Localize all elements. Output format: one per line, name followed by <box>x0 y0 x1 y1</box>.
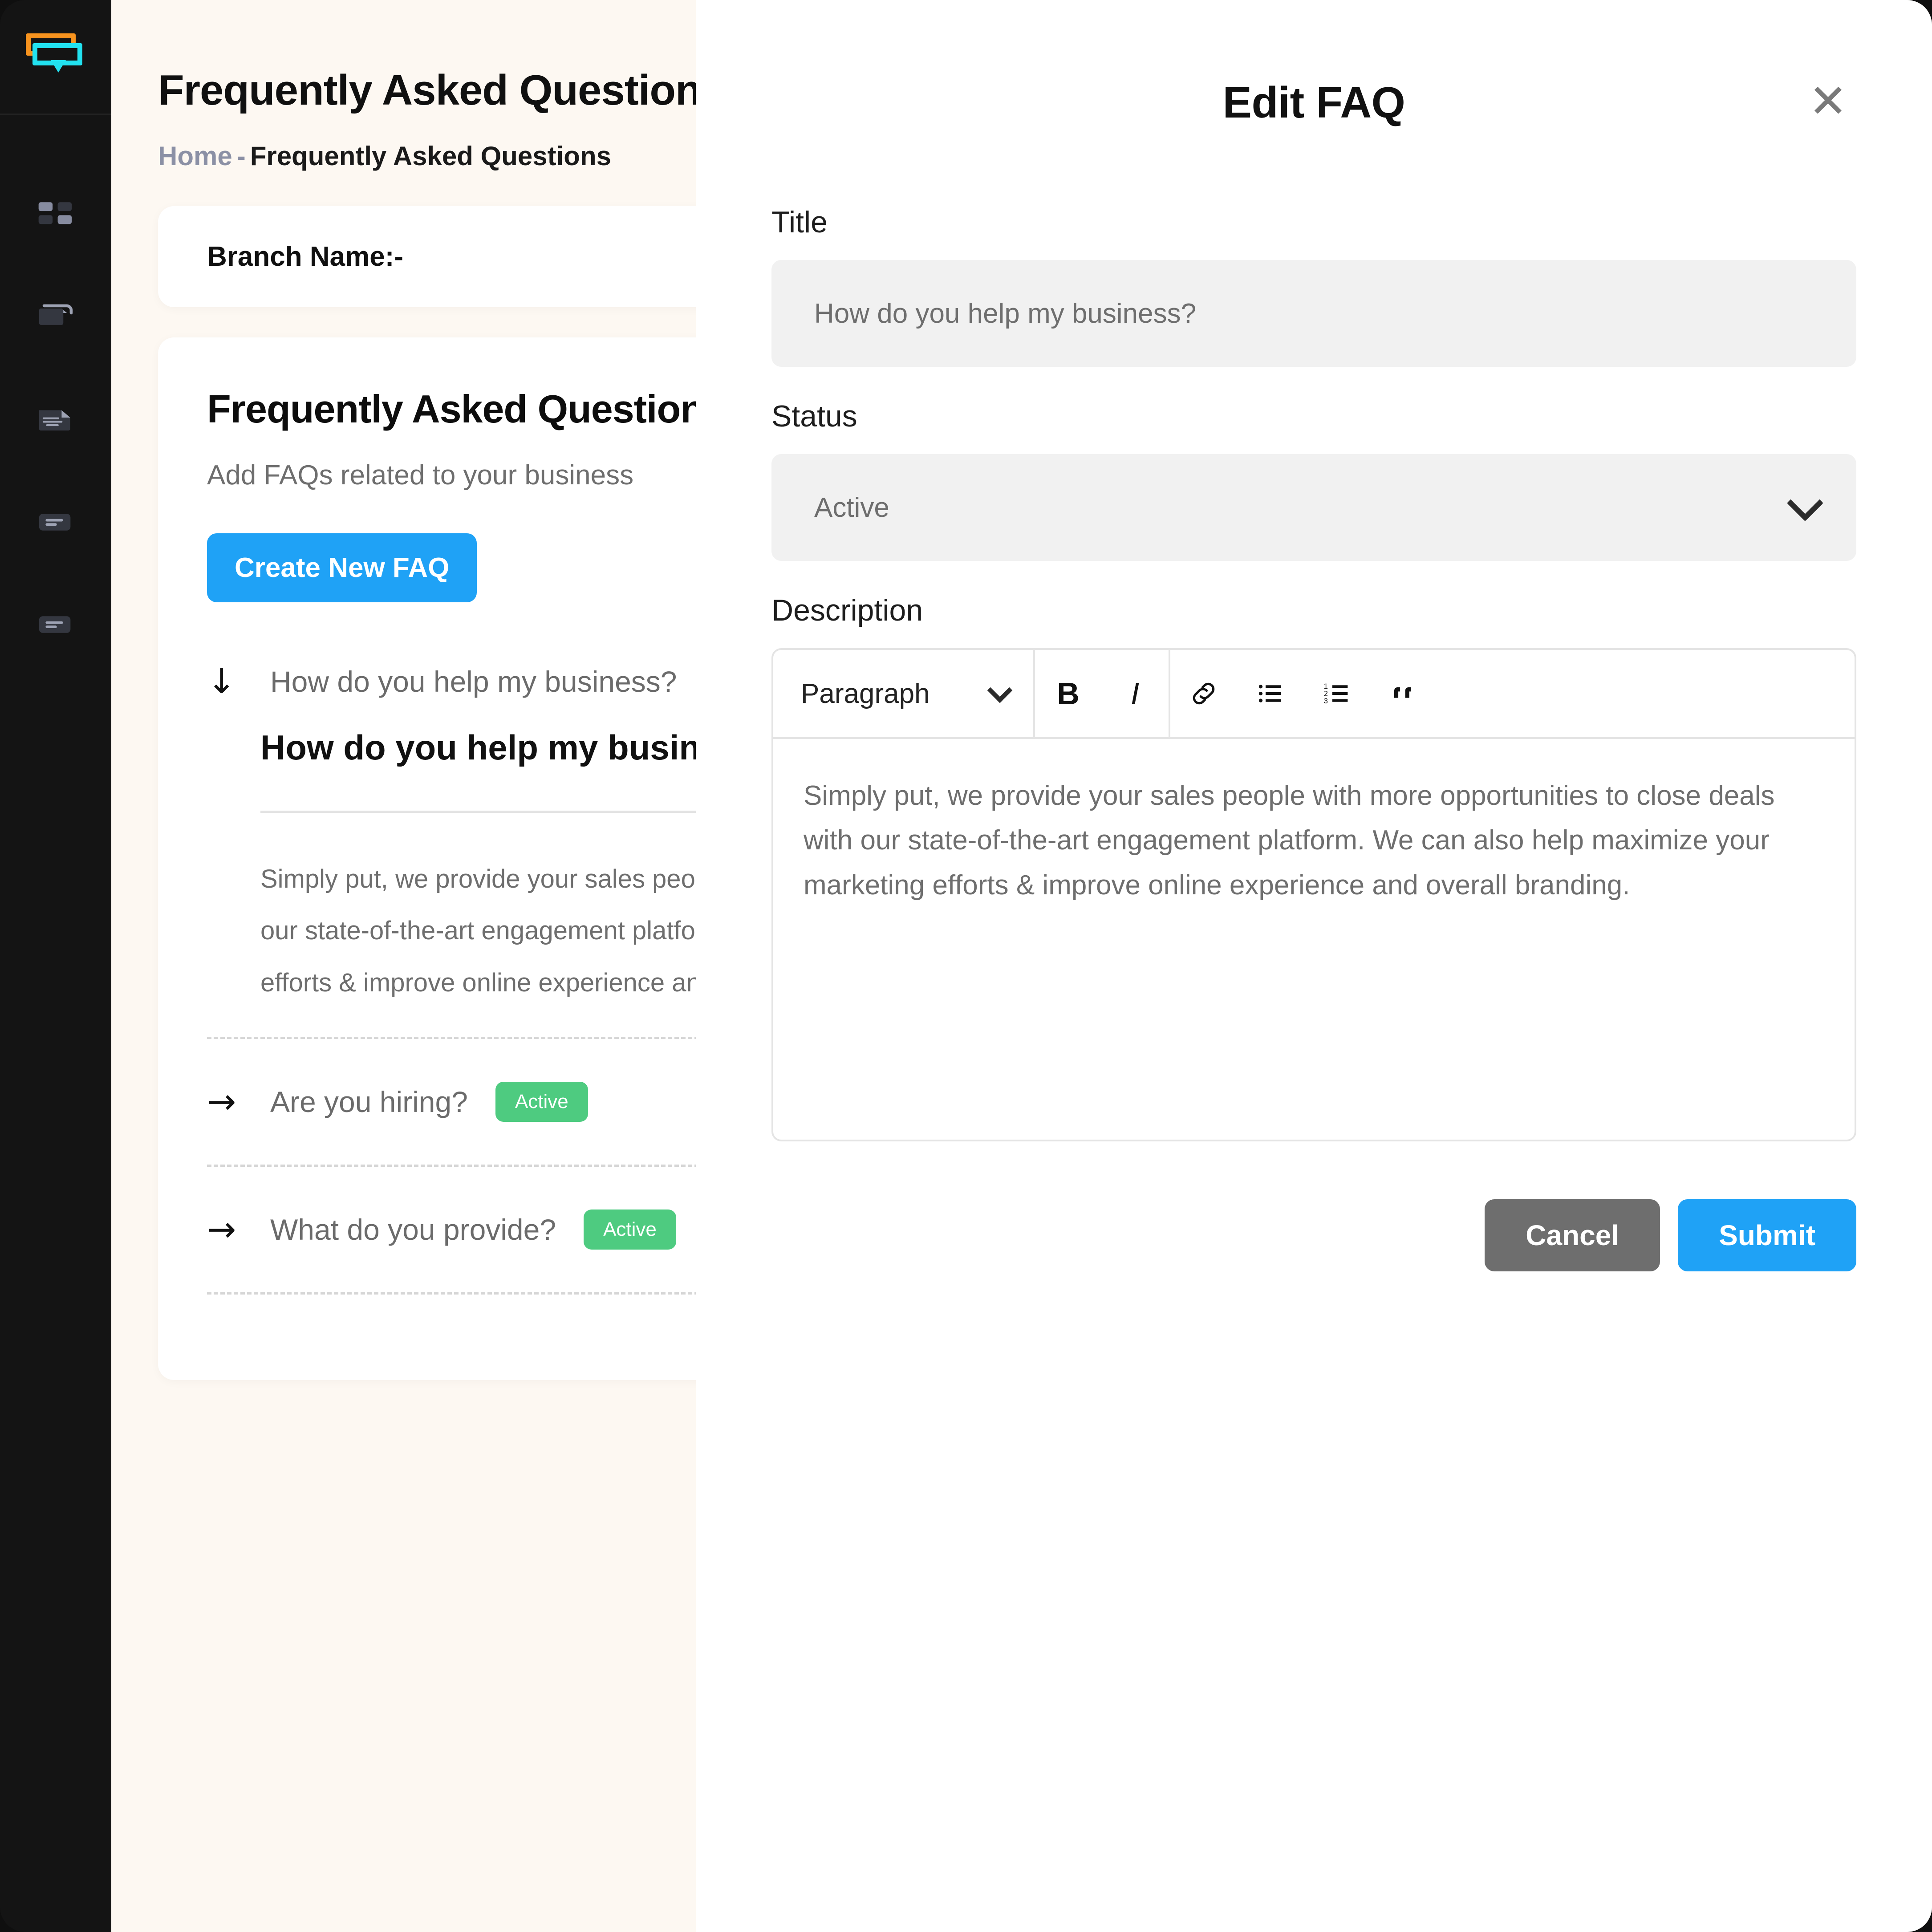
arrow-right-icon: → <box>207 1082 236 1122</box>
editor-toolbar: Paragraph B I 1 2 3 <box>773 650 1855 739</box>
blockquote-icon <box>1394 687 1411 698</box>
sidebar-logo[interactable] <box>0 0 111 115</box>
numbered-list-button[interactable]: 1 2 3 <box>1304 650 1371 738</box>
sidebar-nav <box>0 115 111 676</box>
sidebar-item-dashboard[interactable] <box>0 164 111 266</box>
svg-text:1: 1 <box>1323 682 1327 690</box>
arrow-down-icon: ↓ <box>207 661 236 702</box>
edit-faq-modal: Edit FAQ ✕ Title How do you help my busi… <box>696 0 1932 1932</box>
toolbar-insert-group: 1 2 3 <box>1170 650 1437 738</box>
chat-bubbles-logo <box>25 33 86 80</box>
title-field-group: Title How do you help my business? <box>771 205 1856 367</box>
toolbar-format-group: B I <box>1035 650 1169 738</box>
modal-header: Edit FAQ ✕ <box>771 0 1856 205</box>
chevron-down-icon <box>1786 485 1823 522</box>
faq-question: How do you help my business? <box>270 665 677 698</box>
bold-button[interactable]: B <box>1035 650 1102 738</box>
status-field-label: Status <box>771 399 857 433</box>
description-field-label: Description <box>771 593 923 627</box>
folder-icon <box>39 304 73 325</box>
cancel-button[interactable]: Cancel <box>1485 1199 1660 1271</box>
description-editor-content[interactable]: Simply put, we provide your sales people… <box>773 739 1855 1140</box>
title-input[interactable]: How do you help my business? <box>771 260 1856 367</box>
blockquote-button[interactable] <box>1371 650 1437 738</box>
modal-title: Edit FAQ <box>1222 77 1405 127</box>
italic-button[interactable]: I <box>1102 650 1169 738</box>
chevron-down-icon <box>987 678 1012 703</box>
status-badge: Active <box>584 1210 676 1250</box>
sidebar-item-folder[interactable] <box>0 266 111 369</box>
svg-text:3: 3 <box>1323 697 1327 705</box>
modal-actions: Cancel Submit <box>771 1199 1856 1271</box>
sidebar-item-document[interactable] <box>0 369 111 471</box>
create-new-faq-button[interactable]: Create New FAQ <box>207 533 477 602</box>
bullet-list-icon <box>1258 685 1281 702</box>
status-selected-value: Active <box>814 492 889 523</box>
rich-text-editor: Paragraph B I 1 2 3 Simply put, we provi… <box>771 648 1856 1141</box>
title-field-label: Title <box>771 205 828 239</box>
status-select[interactable]: Active <box>771 454 1856 561</box>
logo-bubble-cyan <box>32 43 82 73</box>
arrow-right-icon: → <box>207 1210 236 1250</box>
submit-button[interactable]: Submit <box>1678 1199 1856 1271</box>
svg-text:2: 2 <box>1323 690 1327 698</box>
sidebar-item-list[interactable] <box>0 471 111 573</box>
status-field-group: Status Active <box>771 399 1856 561</box>
breadcrumb-separator: - <box>236 141 246 171</box>
breadcrumb-current: Frequently Asked Questions <box>250 141 611 171</box>
description-field-group: Description Paragraph B I 1 2 3 Simply p… <box>771 593 1856 1141</box>
sidebar <box>0 0 111 1932</box>
faq-question: Are you hiring? <box>270 1085 468 1119</box>
link-button[interactable] <box>1170 650 1237 738</box>
app-root: Frequently Asked Questions Home - Frequent… <box>0 0 1932 1932</box>
document-text-icon <box>39 410 70 431</box>
list-card-icon <box>39 514 71 531</box>
block-format-select[interactable]: Paragraph <box>801 678 1033 710</box>
list-card-alt-icon <box>39 616 71 633</box>
faq-question: What do you provide? <box>270 1213 556 1246</box>
bullet-list-button[interactable] <box>1237 650 1304 738</box>
grid-dashboard-icon <box>38 202 72 224</box>
sidebar-item-list-alt[interactable] <box>0 573 111 676</box>
numbered-list-icon: 1 2 3 <box>1323 682 1348 705</box>
status-badge: Active <box>495 1082 588 1122</box>
block-format-value: Paragraph <box>801 678 930 709</box>
close-icon[interactable]: ✕ <box>1809 78 1847 124</box>
breadcrumb-home-link[interactable]: Home <box>158 141 232 171</box>
link-icon <box>1193 682 1214 705</box>
